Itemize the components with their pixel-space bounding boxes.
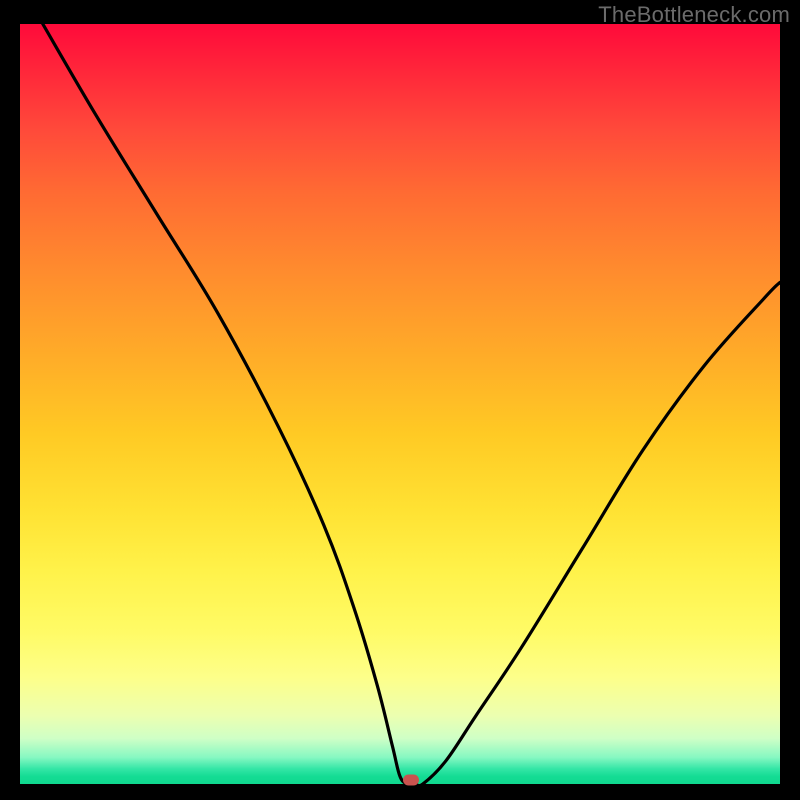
attribution-watermark: TheBottleneck.com	[598, 2, 790, 28]
curve-layer	[20, 24, 780, 784]
optimal-point-marker	[403, 775, 419, 786]
chart-frame: TheBottleneck.com	[0, 0, 800, 800]
bottleneck-curve	[43, 24, 780, 784]
